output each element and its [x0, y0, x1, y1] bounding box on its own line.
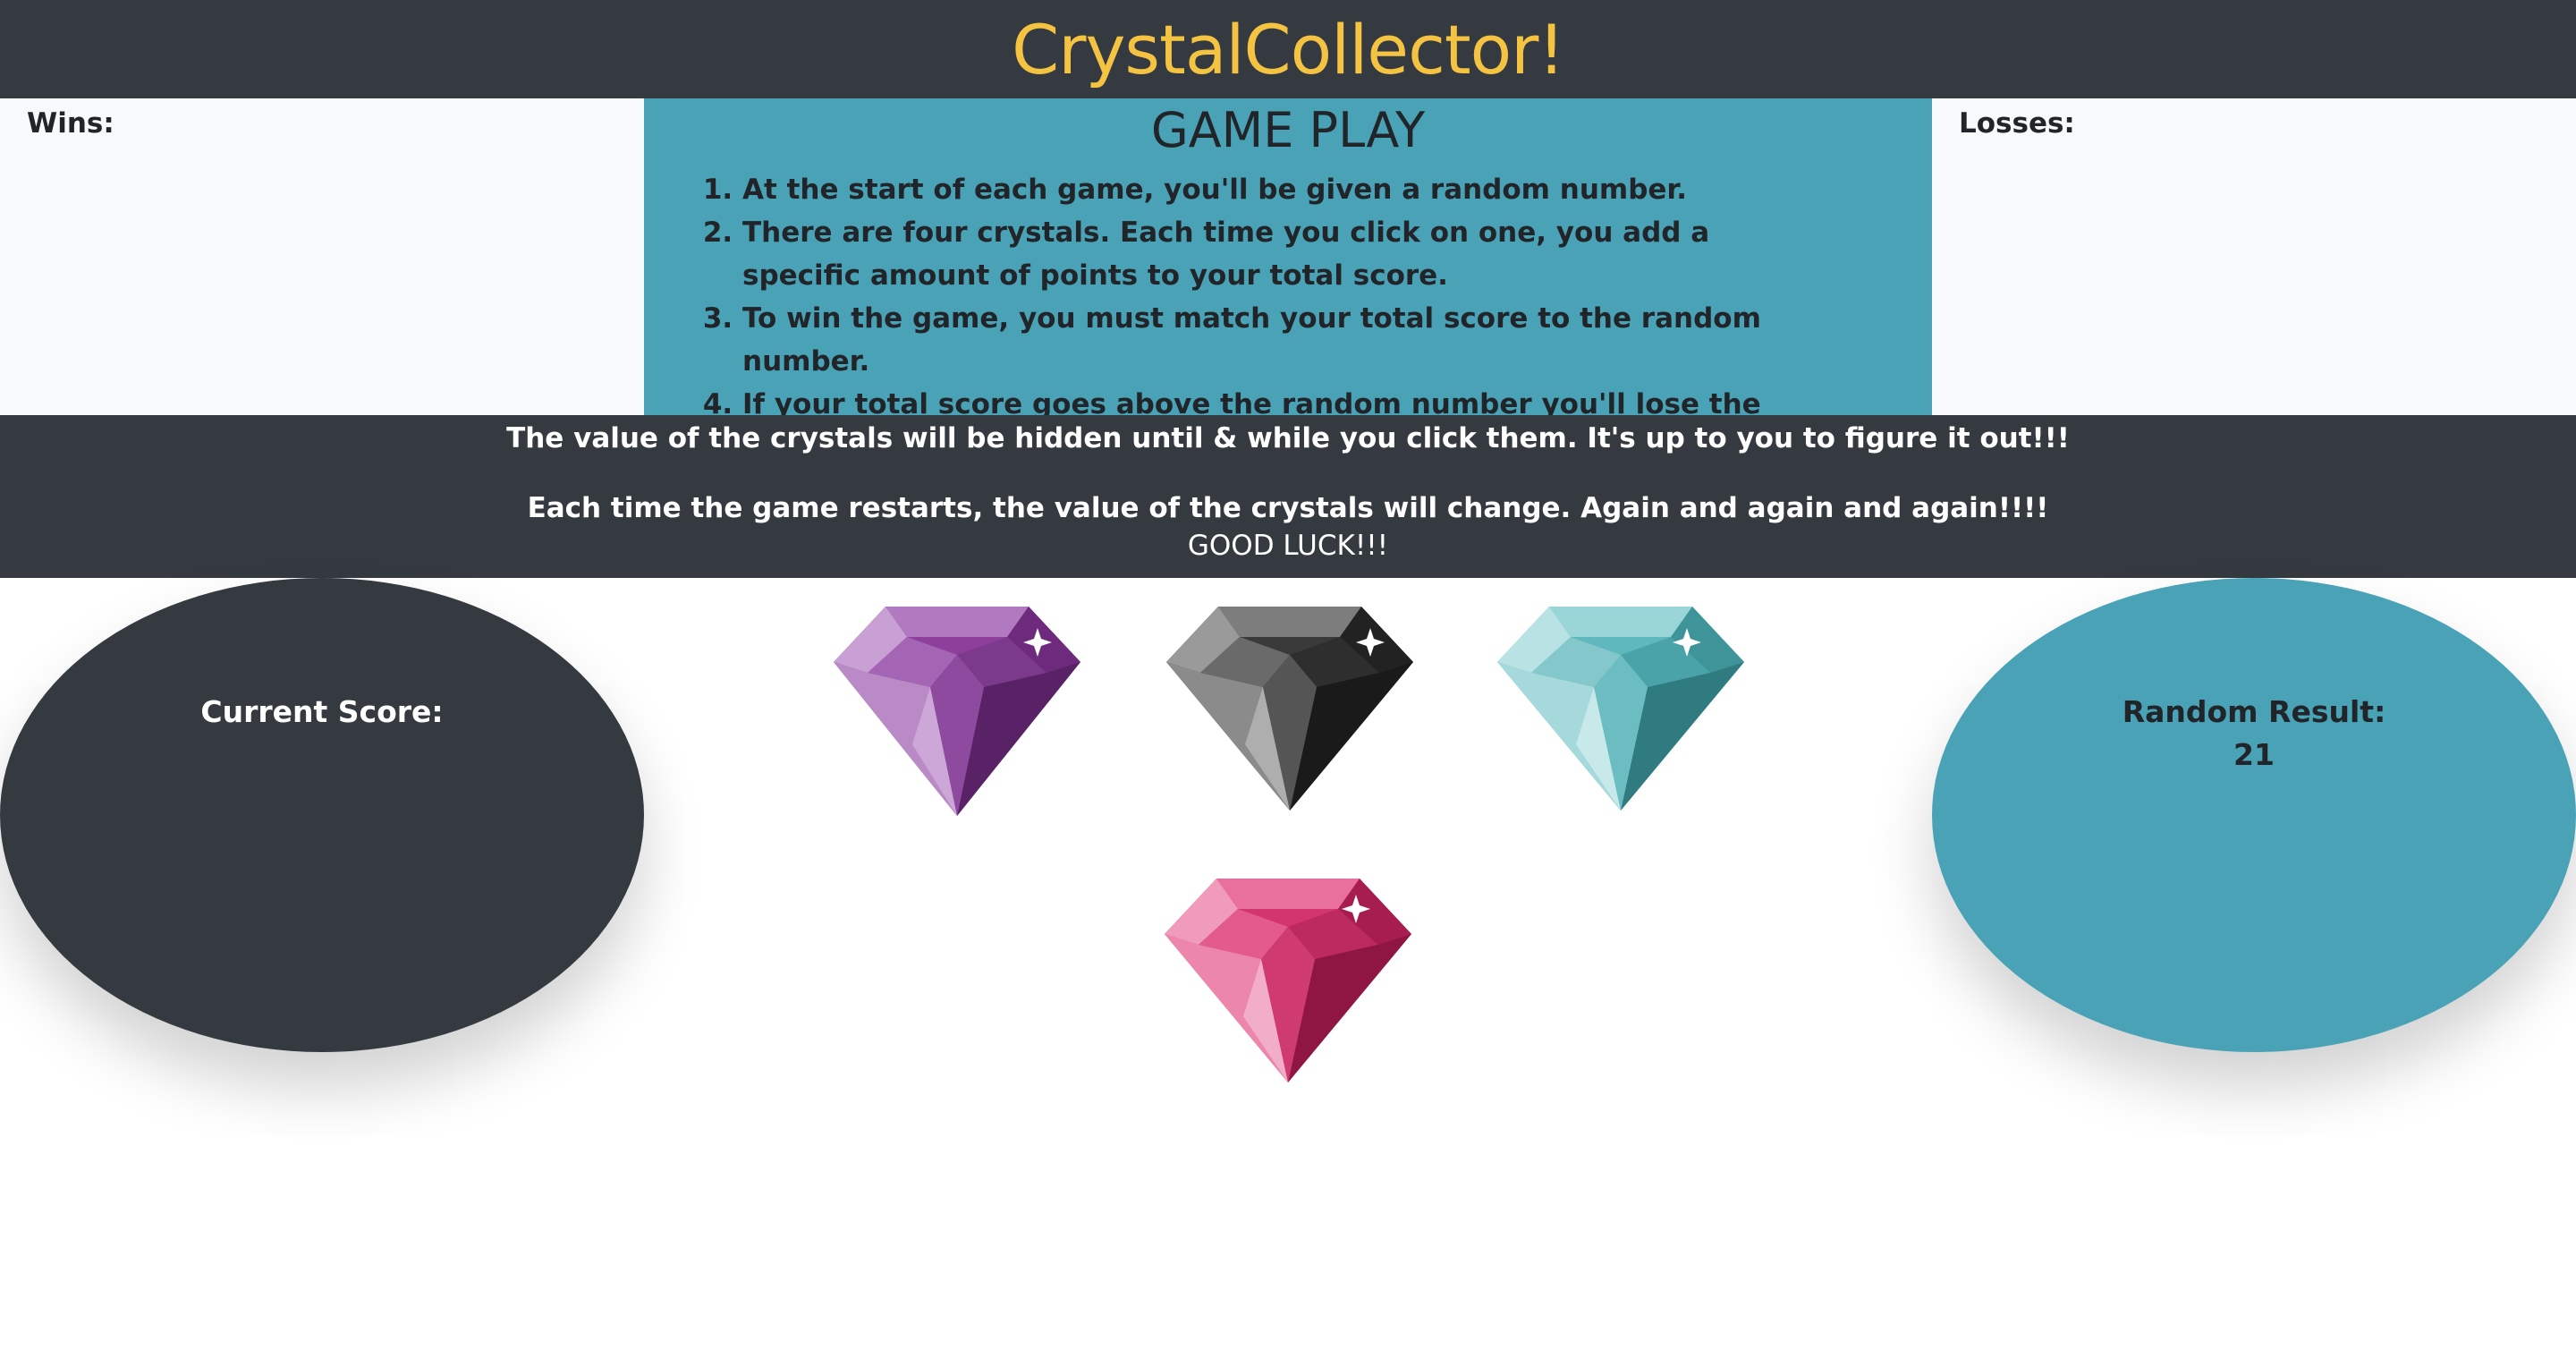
rule-item: To win the game, you must match your tot… [742, 297, 1816, 383]
notice-hidden-values: The value of the crystals will be hidden… [506, 422, 2070, 454]
notice-good-luck: GOOD LUCK!!! [1187, 530, 1389, 562]
black-crystal-icon [1166, 607, 1413, 811]
teal-crystal-button[interactable] [1496, 601, 1746, 816]
purple-crystal-button[interactable] [832, 601, 1082, 816]
pink-crystal-button[interactable] [1163, 873, 1413, 1088]
black-crystal-button[interactable] [1165, 601, 1415, 816]
notice-restart: Each time the game restarts, the value o… [527, 492, 2049, 524]
current-score-label: Current Score: [200, 694, 444, 729]
current-score-oval: Current Score: [0, 578, 644, 1052]
gameplay-panel: GAME PLAY At the start of each game, you… [644, 98, 1932, 463]
losses-panel: Losses: [1932, 98, 2576, 415]
losses-label: Losses: [1959, 107, 2075, 140]
pink-crystal-icon [1165, 879, 1411, 1083]
rule-item: There are four crystals. Each time you c… [742, 211, 1816, 297]
app-title: CrystalCollector! [1012, 9, 1565, 89]
info-row: Wins: GAME PLAY At the start of each gam… [0, 98, 2576, 463]
wins-label: Wins: [27, 107, 114, 140]
random-result-label: Random Result: [2122, 694, 2386, 729]
wins-panel: Wins: [0, 98, 644, 415]
random-result-oval: Random Result: 21 [1932, 578, 2576, 1052]
teal-crystal-icon [1497, 607, 1744, 811]
notice-bar: The value of the crystals will be hidden… [0, 415, 2576, 578]
header-bar: CrystalCollector! [0, 0, 2576, 98]
rule-item: At the start of each game, you'll be giv… [742, 168, 1816, 211]
random-result-value: 21 [2233, 737, 2275, 772]
purple-crystal-icon [834, 607, 1080, 816]
gameplay-heading: GAME PLAY [1150, 102, 1426, 158]
